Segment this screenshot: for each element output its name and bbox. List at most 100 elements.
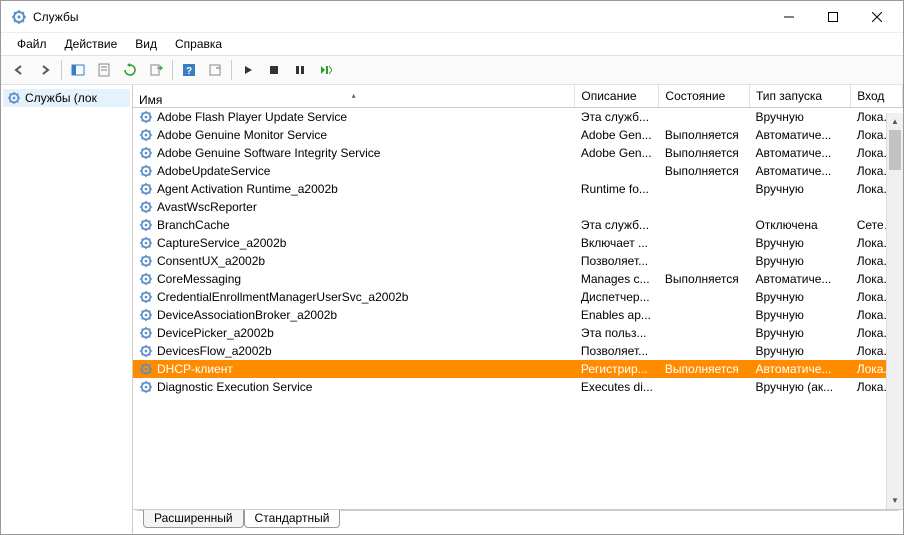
menu-help[interactable]: Справка: [167, 35, 230, 53]
table-row[interactable]: DevicesFlow_a2002bПозволяет...ВручнуюЛок…: [133, 342, 903, 360]
service-desc: Позволяет...: [575, 252, 659, 270]
table-row[interactable]: DevicePicker_a2002bЭта польз...ВручнуюЛо…: [133, 324, 903, 342]
tree-item-services[interactable]: Службы (лок: [3, 89, 130, 107]
restart-service-button[interactable]: [314, 58, 338, 82]
maximize-button[interactable]: [811, 2, 855, 32]
table-row[interactable]: DHCP-клиент Регистрир...ВыполняетсяАвтома…: [133, 360, 903, 378]
scroll-down-button[interactable]: ▼: [887, 492, 903, 509]
service-state: Выполняется: [659, 360, 750, 378]
start-service-button[interactable]: [236, 58, 260, 82]
service-desc: Регистрир...: [575, 360, 659, 378]
help-button[interactable]: ?: [177, 58, 201, 82]
service-desc: [575, 162, 659, 180]
table-row[interactable]: Adobe Genuine Software Integrity Service…: [133, 144, 903, 162]
column-headers: Имя▴ Описание Состояние Тип запуска Вход: [133, 85, 903, 108]
column-startup[interactable]: Тип запуска: [749, 85, 850, 108]
table-row[interactable]: CoreMessaging Manages c...ВыполняетсяАвто…: [133, 270, 903, 288]
service-state: [659, 288, 750, 306]
gear-icon: [7, 91, 21, 105]
table-row[interactable]: Adobe Flash Player Update Service Эта слу…: [133, 108, 903, 127]
service-startup: Автоматиче...: [749, 360, 850, 378]
service-state: [659, 180, 750, 198]
menu-action[interactable]: Действие: [57, 35, 126, 53]
column-state[interactable]: Состояние: [659, 85, 750, 108]
service-name: DHCP-клиент: [157, 362, 233, 376]
scroll-up-button[interactable]: ▲: [887, 113, 903, 130]
export-button[interactable]: [144, 58, 168, 82]
menu-file[interactable]: Файл: [9, 35, 55, 53]
service-startup: Автоматиче...: [749, 162, 850, 180]
table-row[interactable]: ConsentUX_a2002bПозволяет...ВручнуюЛока.…: [133, 252, 903, 270]
service-state: Выполняется: [659, 270, 750, 288]
service-name: Adobe Flash Player Update Service: [157, 110, 347, 124]
service-startup: Вручную: [749, 180, 850, 198]
table-row[interactable]: AvastWscReporter: [133, 198, 903, 216]
gear-icon: [139, 380, 153, 394]
stop-service-button[interactable]: [262, 58, 286, 82]
service-name: BranchCache: [157, 218, 230, 232]
service-desc: Manages c...: [575, 270, 659, 288]
column-logon[interactable]: Вход: [851, 85, 903, 108]
service-startup: Вручную: [749, 306, 850, 324]
service-name: Adobe Genuine Software Integrity Service: [157, 146, 380, 160]
service-desc: Эта польз...: [575, 324, 659, 342]
service-desc: Runtime fo...: [575, 180, 659, 198]
scroll-thumb[interactable]: [889, 130, 901, 170]
properties-button[interactable]: [92, 58, 116, 82]
service-name: Diagnostic Execution Service: [157, 380, 312, 394]
service-state: [659, 378, 750, 396]
service-desc: Executes di...: [575, 378, 659, 396]
table-row[interactable]: AdobeUpdateServiceВыполняетсяАвтоматиче.…: [133, 162, 903, 180]
gear-icon: [139, 344, 153, 358]
table-row[interactable]: DeviceAssociationBroker_a2002bEnables ap…: [133, 306, 903, 324]
service-state: [659, 216, 750, 234]
table-row[interactable]: CaptureService_a2002bВключает ...Вручную…: [133, 234, 903, 252]
service-startup: Вручную: [749, 108, 850, 127]
service-desc: Диспетчер...: [575, 288, 659, 306]
service-startup: Автоматиче...: [749, 270, 850, 288]
service-name: ConsentUX_a2002b: [157, 254, 265, 268]
forward-button[interactable]: [33, 58, 57, 82]
table-row[interactable]: CredentialEnrollmentManagerUserSvc_a2002…: [133, 288, 903, 306]
service-name: Agent Activation Runtime_a2002b: [157, 182, 338, 196]
service-startup: [749, 198, 850, 216]
service-name: CoreMessaging: [157, 272, 241, 286]
service-state: [659, 342, 750, 360]
tab-standard[interactable]: Стандартный: [244, 509, 341, 528]
gear-icon: [139, 146, 153, 160]
gear-icon: [139, 110, 153, 124]
close-button[interactable]: [855, 2, 899, 32]
service-name: AdobeUpdateService: [157, 164, 270, 178]
service-desc: Эта служб...: [575, 108, 659, 127]
table-row[interactable]: BranchCacheЭта служб...ОтключенаСетев...: [133, 216, 903, 234]
vertical-scrollbar[interactable]: ▲ ▼: [886, 113, 903, 509]
column-description[interactable]: Описание: [575, 85, 659, 108]
service-startup: Автоматиче...: [749, 126, 850, 144]
tab-extended[interactable]: Расширенный: [143, 509, 244, 528]
gear-icon: [139, 236, 153, 250]
table-row[interactable]: Adobe Genuine Monitor ServiceAdobe Gen..…: [133, 126, 903, 144]
minimize-button[interactable]: [767, 2, 811, 32]
service-state: Выполняется: [659, 126, 750, 144]
menu-bar: Файл Действие Вид Справка: [1, 33, 903, 55]
menu-view[interactable]: Вид: [127, 35, 165, 53]
back-button[interactable]: [7, 58, 31, 82]
service-state: [659, 306, 750, 324]
service-state: Выполняется: [659, 144, 750, 162]
service-state: [659, 108, 750, 127]
column-name[interactable]: Имя▴: [133, 85, 575, 108]
help-topics-button[interactable]: [203, 58, 227, 82]
window-title: Службы: [33, 10, 78, 24]
service-startup: Вручную: [749, 234, 850, 252]
gear-icon: [139, 308, 153, 322]
service-startup: Вручную: [749, 324, 850, 342]
refresh-button[interactable]: [118, 58, 142, 82]
pause-service-button[interactable]: [288, 58, 312, 82]
service-name: DevicePicker_a2002b: [157, 326, 274, 340]
service-desc: [575, 198, 659, 216]
show-hide-tree-button[interactable]: [66, 58, 90, 82]
table-row[interactable]: Agent Activation Runtime_a2002b Runtime f…: [133, 180, 903, 198]
service-startup: Вручную (ак...: [749, 378, 850, 396]
table-row[interactable]: Diagnostic Execution Service Executes di.…: [133, 378, 903, 396]
service-name: Adobe Genuine Monitor Service: [157, 128, 327, 142]
